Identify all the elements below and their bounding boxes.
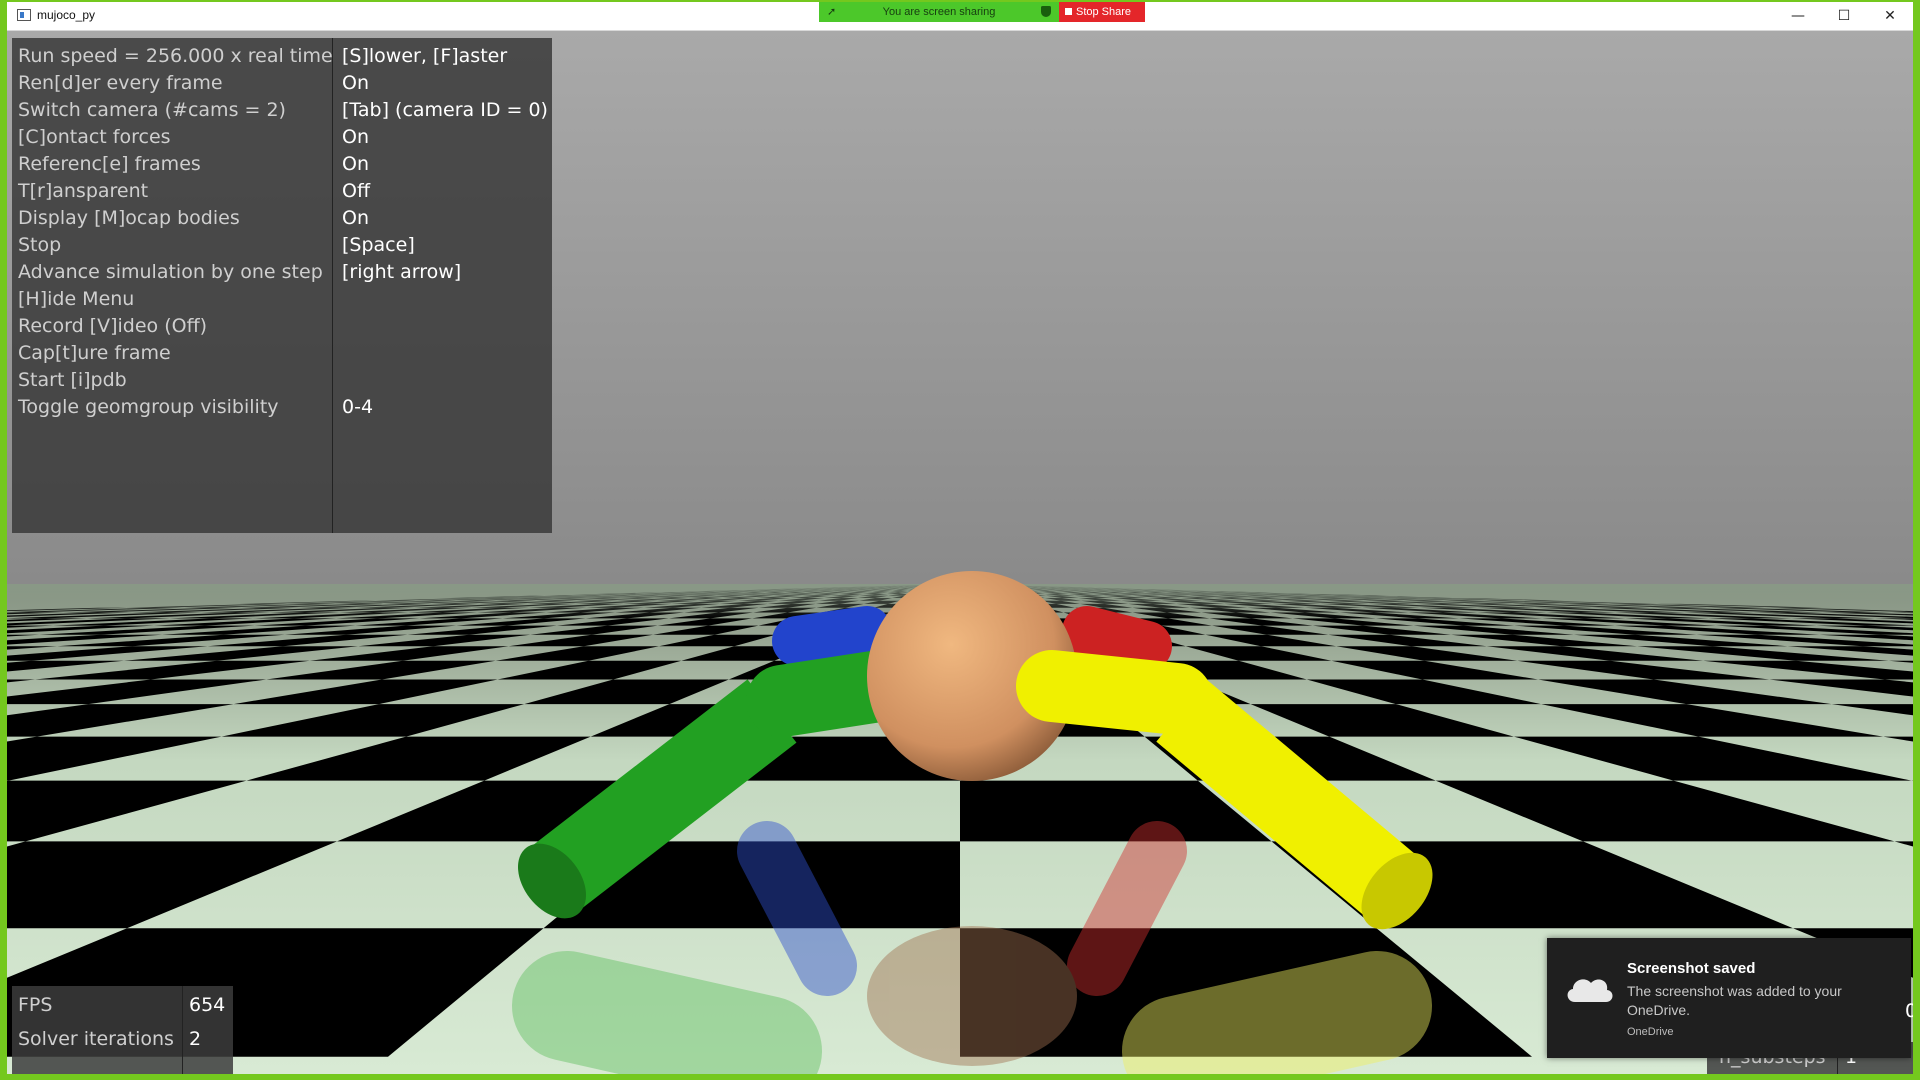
menu-option-value: On [342, 126, 369, 148]
menu-option-label: Run speed = 256.000 x real time [18, 45, 333, 67]
floor-tile [1911, 780, 1913, 781]
menu-option-label: Switch camera (#cams = 2) [18, 99, 286, 121]
menu-option-label: Stop [18, 234, 62, 256]
share-arrow-icon: ➚ [827, 6, 837, 18]
floor-tile [7, 736, 222, 781]
menu-option-label: Display [M]ocap bodies [18, 207, 240, 229]
close-button[interactable]: ✕ [1867, 2, 1913, 30]
notification-body: The screenshot was added to your OneDriv… [1627, 983, 1842, 1018]
minimize-icon: — [1791, 8, 1805, 24]
maximize-icon: ☐ [1837, 8, 1851, 24]
floor-tile [1513, 736, 1912, 781]
menu-row: Toggle geomgroup visibility 0-4 [12, 391, 552, 424]
title-bar[interactable]: mujoco_py ➚ You are screen sharing Stop … [7, 2, 1913, 31]
menu-option-value: [Tab] (camera ID = 0) [342, 99, 548, 121]
fps-value: 654 [189, 994, 226, 1016]
minimize-button[interactable]: — [1775, 2, 1821, 30]
mujoco-window: mujoco_py ➚ You are screen sharing Stop … [7, 2, 1913, 1074]
menu-option-label: [C]ontact forces [18, 126, 171, 148]
stats-panel: FPS 654 Solver iterations 2 [12, 986, 233, 1074]
shield-icon [1041, 6, 1051, 17]
screen-share-status-text: You are screen sharing [882, 6, 996, 18]
menu-option-label: Cap[t]ure frame [18, 342, 171, 364]
stop-icon [1065, 8, 1072, 15]
stats-divider [182, 986, 183, 1074]
solver-iterations-label: Solver iterations [18, 1028, 174, 1050]
menu-option-label: Advance simulation by one step [18, 261, 323, 283]
menu-option-label: Record [V]ideo (Off) [18, 315, 208, 337]
menu-option-label: T[r]ansparent [18, 180, 149, 202]
options-menu: Run speed = 256.000 x real time [S]lower,… [12, 38, 552, 533]
menu-option-label: Toggle geomgroup visibility [18, 396, 279, 418]
screen-share-status: ➚ You are screen sharing [819, 2, 1059, 22]
menu-option-value: [right arrow] [342, 261, 462, 283]
fps-label: FPS [18, 994, 53, 1016]
notification-source: OneDrive [1627, 1026, 1674, 1038]
floor-tile [7, 841, 337, 929]
floor-tile [1883, 736, 1913, 742]
floor-tile [1894, 841, 1913, 847]
menu-option-value: [S]lower, [F]aster [342, 45, 508, 67]
menu-option-value: On [342, 72, 369, 94]
stop-share-label: Stop Share [1076, 6, 1132, 18]
floor-tile [246, 736, 591, 781]
menu-option-value: On [342, 207, 369, 229]
menu-option-label: Start [i]pdb [18, 369, 127, 391]
menu-option-value: 0-4 [342, 396, 374, 418]
partial-stat-value: 0 [1905, 1000, 1913, 1022]
menu-option-label: Referenc[e] frames [18, 153, 201, 175]
app-icon [17, 9, 31, 21]
cloud-icon [1567, 979, 1613, 1002]
onedrive-notification[interactable]: Screenshot saved The screenshot was adde… [1547, 938, 1913, 1058]
window-title: mujoco_py [37, 8, 96, 22]
menu-option-label: [H]ide Menu [18, 288, 135, 310]
menu-option-value: [Space] [342, 234, 415, 256]
menu-option-value: Off [342, 180, 371, 202]
floor-tile [1435, 780, 1895, 842]
solver-iterations-value: 2 [189, 1028, 202, 1050]
maximize-button[interactable]: ☐ [1821, 2, 1867, 30]
close-icon: ✕ [1884, 8, 1896, 24]
screen-share-bar: ➚ You are screen sharing Stop Share [819, 2, 1145, 24]
simulation-viewport[interactable]: Run speed = 256.000 x real time [S]lower,… [7, 31, 1913, 1074]
menu-option-value: On [342, 153, 369, 175]
floor-tile [7, 780, 247, 842]
stop-share-button[interactable]: Stop Share [1059, 2, 1145, 22]
notification-title: Screenshot saved [1627, 960, 1756, 977]
menu-option-label: Ren[d]er every frame [18, 72, 223, 94]
